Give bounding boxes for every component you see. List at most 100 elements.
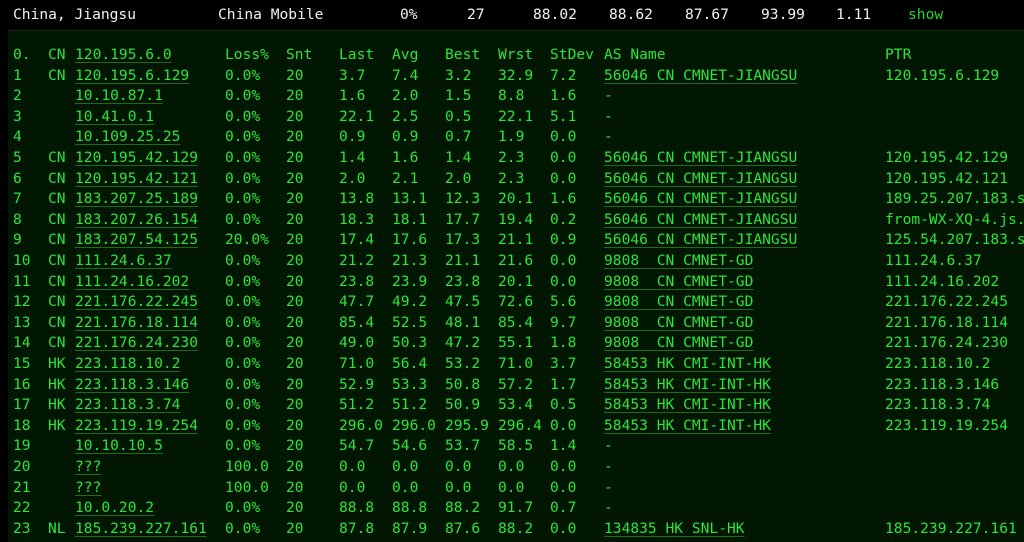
cell-as-name[interactable]: 58453 HK CMI-INT-HK xyxy=(604,376,771,393)
cell-host[interactable]: 185.239.227.161 xyxy=(75,520,207,537)
cell-host[interactable]: 223.118.3.74 xyxy=(75,396,180,413)
cell-avg: 17.6 xyxy=(392,231,428,249)
cell-ptr: 221.176.22.245 xyxy=(885,293,1009,311)
cell-last: 51.2 xyxy=(339,396,375,414)
cell-last: 85.4 xyxy=(339,313,375,331)
cell-stdev: 0.0 xyxy=(550,478,577,496)
cell-worst: 20.1 xyxy=(498,272,534,290)
header-last: Last xyxy=(339,46,375,63)
cell-last: 87.8 xyxy=(339,519,375,537)
show-link[interactable]: show xyxy=(908,6,943,23)
cell-avg: 54.6 xyxy=(392,437,428,455)
cell-host[interactable]: 120.195.42.121 xyxy=(75,170,198,187)
cell-hop: 4 xyxy=(13,128,22,146)
cell-sent: 20 xyxy=(286,149,304,166)
cell-as-name[interactable]: 9808 CN CMNET-GD xyxy=(604,293,753,310)
cell-host[interactable]: 10.10.87.1 xyxy=(75,87,163,104)
cell-sent: 20 xyxy=(286,87,304,105)
cell-as-name[interactable]: 58453 HK CMI-INT-HK xyxy=(604,355,771,372)
cell-best: 23.8 xyxy=(445,272,481,290)
cell-as-name[interactable]: 56046 CN CMNET-JIANGSU xyxy=(604,231,797,248)
cell-host[interactable]: 223.118.10.2 xyxy=(75,355,180,372)
cell-country: CN xyxy=(48,190,66,208)
cell-last: 1.4 xyxy=(339,149,366,166)
cell-country: HK xyxy=(48,355,66,372)
cell-as-name: - xyxy=(604,499,613,517)
cell-host[interactable]: 10.10.10.5 xyxy=(75,437,163,454)
cell-country: CN xyxy=(48,334,66,352)
cell-host[interactable]: 10.109.25.25 xyxy=(75,128,180,145)
cell-sent: 20 xyxy=(286,128,304,146)
table-row: 11 CN 111.24.16.202 0.0% 20 23.8 23.9 23.8 20.1 0… xyxy=(8,273,1024,293)
cell-as-name[interactable]: 58453 HK CMI-INT-HK xyxy=(604,396,771,413)
cell-as-name[interactable]: 56046 CN CMNET-JIANGSU xyxy=(604,149,797,166)
cell-worst: 58.5 xyxy=(498,437,534,455)
cell-host[interactable]: 183.207.54.125 xyxy=(75,231,198,248)
cell-as-name[interactable]: 9808 CN CMNET-GD xyxy=(604,252,753,269)
cell-loss: 0.0% xyxy=(225,107,261,125)
cell-host[interactable]: ??? xyxy=(75,458,101,475)
cell-host[interactable]: 221.176.24.230 xyxy=(75,334,198,351)
table-row: 2 10.10.87.1 0.0% 20 1.6 2.0 1.5 8.8 1.6 - xyxy=(8,87,1024,107)
cell-ptr: 111.24.16.202 xyxy=(885,272,1000,290)
cell-hop: 20 xyxy=(13,458,31,475)
cell-as-name[interactable]: 9808 CN CMNET-GD xyxy=(604,334,753,351)
cell-as-name[interactable]: 56046 CN CMNET-JIANGSU xyxy=(604,211,797,228)
cell-hop: 10 xyxy=(13,252,31,269)
header-host[interactable]: 120.195.6.0 xyxy=(75,46,172,63)
cell-as-name[interactable]: 56046 CN CMNET-JIANGSU xyxy=(604,170,797,187)
cell-host[interactable]: 183.207.26.154 xyxy=(75,211,198,228)
cell-stdev: 1.6 xyxy=(550,87,577,105)
table-row: 9 CN 183.207.54.125 20.0% 20 17.4 17.6 17.3 21.1… xyxy=(8,231,1024,251)
cell-host[interactable]: 111.24.6.37 xyxy=(75,252,172,269)
cell-country: NL xyxy=(48,519,66,537)
cell-host[interactable]: ??? xyxy=(75,479,101,496)
cell-host[interactable]: 10.0.20.2 xyxy=(75,499,154,516)
table-row: 18 HK 223.119.19.254 0.0% 20 296.0 296.0 295.9 2… xyxy=(8,417,1024,437)
cell-as-name: - xyxy=(604,437,613,455)
cell-as-name[interactable]: 56046 CN CMNET-JIANGSU xyxy=(604,67,797,84)
cell-hop: 22 xyxy=(13,499,31,517)
cell-host[interactable]: 223.119.19.254 xyxy=(75,417,198,434)
cell-host[interactable]: 120.195.6.129 xyxy=(75,67,189,84)
cell-as-name[interactable]: 9808 CN CMNET-GD xyxy=(604,273,753,290)
cell-host[interactable]: 183.207.25.189 xyxy=(75,190,198,207)
cell-as-name[interactable]: 56046 CN CMNET-JIANGSU xyxy=(604,190,797,207)
cell-sent: 20 xyxy=(286,355,304,372)
table-row: 23 NL 185.239.227.161 0.0% 20 87.8 87.9 87.6 88.… xyxy=(8,520,1024,540)
stat-3: 87.67 xyxy=(685,6,729,23)
cell-last: 17.4 xyxy=(339,231,375,249)
cell-hop: 6 xyxy=(13,169,22,187)
cell-best: 1.5 xyxy=(445,87,472,105)
table-row: 16 HK 223.118.3.146 0.0% 20 52.9 53.3 50.8 57.2 1… xyxy=(8,376,1024,396)
stat-5: 1.11 xyxy=(836,6,872,23)
cell-worst: 57.2 xyxy=(498,375,534,393)
cell-ptr: 223.118.10.2 xyxy=(885,355,991,372)
cell-stdev: 1.8 xyxy=(550,334,577,352)
cell-host[interactable]: 120.195.42.129 xyxy=(75,149,198,166)
cell-as-name[interactable]: 134835 HK SNL-HK xyxy=(604,520,745,537)
cell-as-name[interactable]: 58453 HK CMI-INT-HK xyxy=(604,417,771,434)
cell-host[interactable]: 10.41.0.1 xyxy=(75,108,154,125)
cell-hop: 1 xyxy=(13,66,22,84)
cell-ptr: 120.195.6.129 xyxy=(885,66,1000,84)
cell-host[interactable]: 223.118.3.146 xyxy=(75,376,189,393)
header-worst: Wrst xyxy=(498,46,534,63)
cell-host[interactable]: 111.24.16.202 xyxy=(75,273,189,290)
cell-best: 53.2 xyxy=(445,355,481,372)
cell-host[interactable]: 221.176.18.114 xyxy=(75,314,198,331)
cell-ptr: 189.25.207.183.s xyxy=(885,190,1024,208)
cell-avg: 23.9 xyxy=(392,272,428,290)
cell-hop: 17 xyxy=(13,396,31,414)
cell-hop: 2 xyxy=(13,87,22,105)
cell-last: 18.3 xyxy=(339,210,375,228)
cell-loss: 0.0% xyxy=(225,128,261,146)
cell-last: 0.9 xyxy=(339,128,366,146)
cell-host[interactable]: 221.176.22.245 xyxy=(75,293,198,310)
cell-as-name[interactable]: 9808 CN CMNET-GD xyxy=(604,314,753,331)
cell-sent: 20 xyxy=(286,272,304,290)
cell-best: 47.2 xyxy=(445,334,481,352)
cell-hop: 11 xyxy=(13,272,31,290)
cell-last: 54.7 xyxy=(339,437,375,455)
cell-last: 22.1 xyxy=(339,107,375,125)
